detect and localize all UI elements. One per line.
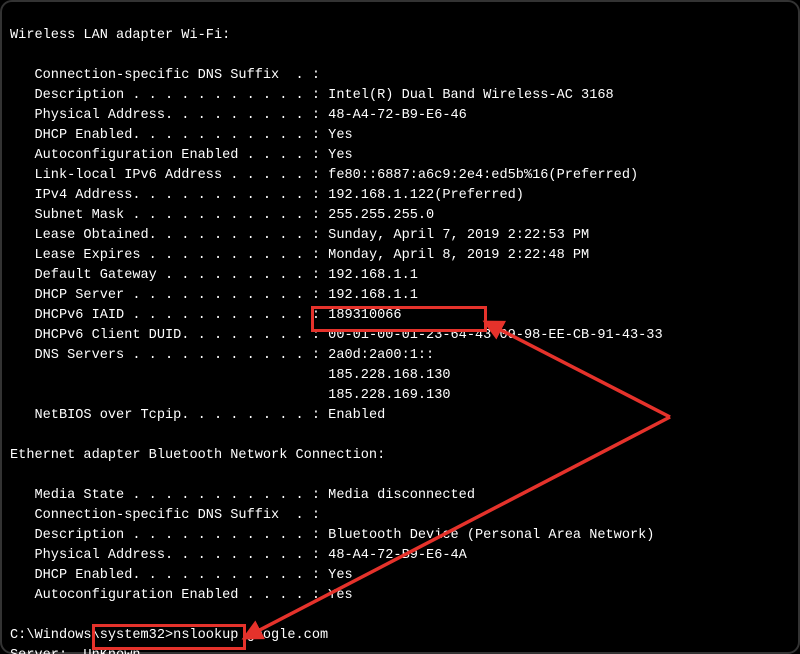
wifi-row-14: DNS Servers . . . . . . . . . . . : 2a0d… — [10, 348, 434, 363]
wifi-row-9: Lease Expires . . . . . . . . . . : Mond… — [10, 248, 589, 263]
bt-row-3: Physical Address. . . . . . . . . : 48-A… — [10, 548, 467, 563]
wifi-row-17: NetBIOS over Tcpip. . . . . . . . : Enab… — [10, 408, 385, 423]
wifi-row-6: IPv4 Address. . . . . . . . . . . : 192.… — [10, 188, 524, 203]
bt-row-2: Description . . . . . . . . . . . : Blue… — [10, 528, 654, 543]
wifi-row-5: Link-local IPv6 Address . . . . . : fe80… — [10, 168, 638, 183]
adapter-bt-title: Ethernet adapter Bluetooth Network Conne… — [10, 448, 385, 463]
wifi-row-8: Lease Obtained. . . . . . . . . . : Sund… — [10, 228, 589, 243]
terminal-output: Wireless LAN adapter Wi-Fi: Connection-s… — [0, 0, 800, 654]
prompt-line: C:\Windows\system32>nslookup google.com — [10, 628, 328, 643]
wifi-row-2: Physical Address. . . . . . . . . : 48-A… — [10, 108, 467, 123]
bt-row-4: DHCP Enabled. . . . . . . . . . . : Yes — [10, 568, 353, 583]
wifi-row-1: Description . . . . . . . . . . . : Inte… — [10, 88, 614, 103]
bt-row-0: Media State . . . . . . . . . . . : Medi… — [10, 488, 475, 503]
wifi-row-11: DHCP Server . . . . . . . . . . . : 192.… — [10, 288, 418, 303]
prompt: C:\Windows\system32> — [10, 628, 173, 643]
command-text: nslookup google.com — [173, 628, 328, 643]
wifi-row-15: 185.228.168.130 — [10, 368, 451, 383]
wifi-row-16: 185.228.169.130 — [10, 388, 451, 403]
adapter-wifi-title: Wireless LAN adapter Wi-Fi: — [10, 28, 230, 43]
wifi-row-10: Default Gateway . . . . . . . . . : 192.… — [10, 268, 418, 283]
wifi-row-4: Autoconfiguration Enabled . . . . : Yes — [10, 148, 353, 163]
wifi-row-7: Subnet Mask . . . . . . . . . . . : 255.… — [10, 208, 434, 223]
wifi-row-3: DHCP Enabled. . . . . . . . . . . : Yes — [10, 128, 353, 143]
wifi-row-12: DHCPv6 IAID . . . . . . . . . . . : 1893… — [10, 308, 402, 323]
wifi-row-13: DHCPv6 Client DUID. . . . . . . . : 00-0… — [10, 328, 663, 343]
bt-row-5: Autoconfiguration Enabled . . . . : Yes — [10, 588, 353, 603]
bt-row-1: Connection-specific DNS Suffix . : — [10, 508, 320, 523]
nslookup-server-line: Server: UnKnown — [10, 648, 141, 654]
wifi-row-0: Connection-specific DNS Suffix . : — [10, 68, 320, 83]
